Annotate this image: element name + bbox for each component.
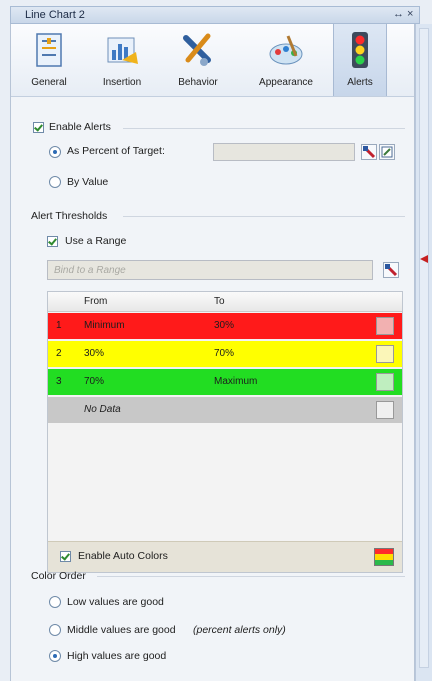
color-swatch[interactable]: [376, 373, 394, 391]
target-input[interactable]: [213, 143, 355, 161]
alert-thresholds-label: Alert Thresholds: [31, 210, 108, 222]
edit-icon: [381, 146, 393, 158]
table-header: From To: [48, 292, 402, 312]
tab-label: Behavior: [178, 77, 218, 88]
appearance-icon: [269, 35, 303, 65]
use-range-label: Use a Range: [65, 235, 127, 247]
red-arrow-marker: [420, 255, 428, 263]
from-cell[interactable]: Minimum: [84, 320, 125, 331]
from-cell[interactable]: 30%: [84, 348, 104, 359]
divider: [123, 216, 405, 217]
scrollbar-thumb[interactable]: [419, 28, 429, 668]
middle-values-good-radio[interactable]: [49, 624, 61, 636]
threshold-row-1[interactable]: 1 Minimum 30%: [48, 313, 402, 339]
pick-cell-button[interactable]: [361, 144, 377, 160]
properties-panel: General Insertion Behavior Appearance Al…: [10, 24, 415, 681]
threshold-row-2[interactable]: 2 30% 70%: [48, 341, 402, 367]
enable-auto-colors-checkbox[interactable]: [60, 551, 71, 562]
use-range-checkbox[interactable]: [47, 236, 58, 247]
general-icon: [36, 33, 62, 67]
cell-picker-icon: [362, 145, 376, 159]
color-swatch[interactable]: [376, 345, 394, 363]
percent-of-target-label: As Percent of Target:: [67, 145, 165, 157]
tab-label: Insertion: [102, 77, 142, 88]
from-column-header: From: [84, 296, 108, 307]
percent-alerts-only-note: (percent alerts only): [193, 624, 286, 636]
tab-appearance[interactable]: Appearance: [243, 24, 329, 96]
range-pick-button[interactable]: [383, 262, 399, 278]
color-swatch[interactable]: [376, 401, 394, 419]
high-values-good-label: High values are good: [67, 650, 167, 662]
insertion-icon: [107, 37, 138, 64]
color-swatch[interactable]: [376, 317, 394, 335]
threshold-row-nodata[interactable]: No Data: [48, 397, 402, 423]
behavior-icon: [183, 33, 211, 66]
from-cell[interactable]: 70%: [84, 376, 104, 387]
thresholds-table: From To 1 Minimum 30% 2 30% 70% 3 70% Ma…: [47, 291, 403, 573]
auto-colors-button[interactable]: [374, 548, 394, 566]
side-scrollbar[interactable]: [415, 24, 432, 681]
row-number: 3: [56, 376, 62, 387]
tab-label: Appearance: [259, 77, 313, 88]
high-values-good-radio[interactable]: [49, 650, 61, 662]
bind-range-input[interactable]: Bind to a Range: [47, 260, 373, 280]
pin-icon[interactable]: ↔: [393, 8, 404, 20]
enable-alerts-checkbox[interactable]: [33, 122, 44, 133]
by-value-label: By Value: [67, 176, 109, 188]
tab-general[interactable]: General: [19, 24, 79, 96]
middle-values-good-label: Middle values are good: [67, 624, 176, 636]
low-values-good-label: Low values are good: [67, 596, 164, 608]
row-number: 1: [56, 320, 62, 331]
color-order-label: Color Order: [31, 570, 86, 582]
low-values-good-radio[interactable]: [49, 596, 61, 608]
by-value-radio[interactable]: [49, 176, 61, 188]
tab-alerts[interactable]: Alerts: [333, 24, 387, 96]
divider: [97, 576, 405, 577]
enable-auto-colors-label: Enable Auto Colors: [78, 550, 168, 562]
to-cell[interactable]: 30%: [214, 320, 234, 331]
panel-title: Line Chart 2: [25, 9, 85, 21]
cell-picker-icon: [384, 263, 398, 277]
no-data-label: No Data: [84, 404, 121, 415]
panel-titlebar: Line Chart 2 ↔ ×: [10, 6, 420, 24]
to-cell[interactable]: 70%: [214, 348, 234, 359]
threshold-row-3[interactable]: 3 70% Maximum: [48, 369, 402, 395]
traffic-light-icon: [352, 32, 368, 68]
close-icon[interactable]: ×: [407, 8, 413, 20]
tab-strip: General Insertion Behavior Appearance Al…: [11, 24, 414, 97]
tab-label: General: [31, 77, 67, 88]
divider: [123, 128, 405, 129]
to-column-header: To: [214, 296, 225, 307]
to-cell[interactable]: Maximum: [214, 376, 257, 387]
tab-label: Alerts: [347, 77, 373, 88]
enable-alerts-label: Enable Alerts: [49, 121, 111, 133]
tab-insertion[interactable]: Insertion: [87, 24, 157, 96]
tab-behavior[interactable]: Behavior: [163, 24, 233, 96]
row-number: 2: [56, 348, 62, 359]
percent-of-target-radio[interactable]: [49, 146, 61, 158]
auto-colors-bar: Enable Auto Colors: [48, 541, 402, 572]
edit-button[interactable]: [379, 144, 395, 160]
